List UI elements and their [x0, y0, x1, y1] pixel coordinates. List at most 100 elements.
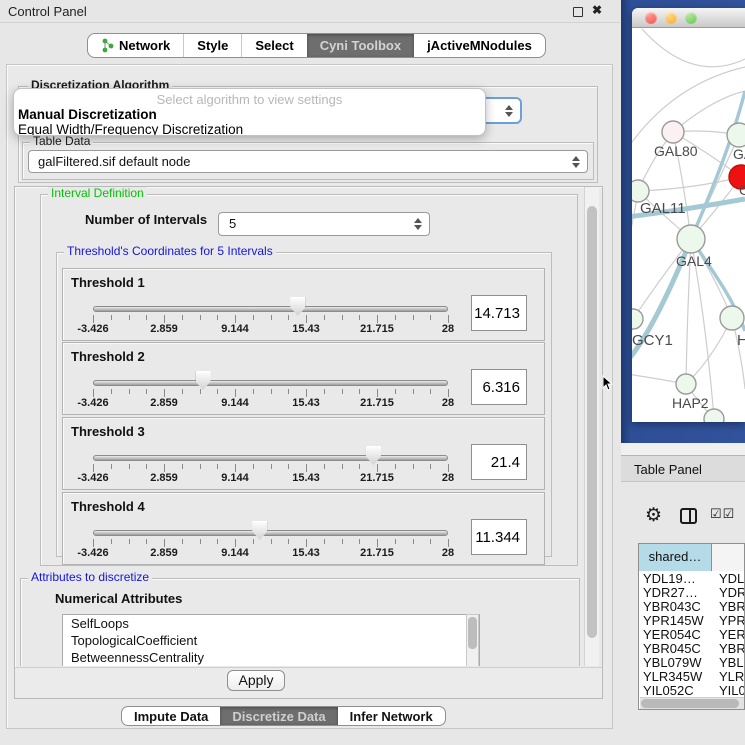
slider-tick — [288, 389, 289, 394]
dropdown-option[interactable]: Manual Discretization — [18, 107, 157, 122]
table-row[interactable]: YBL079WYBL0 — [639, 656, 745, 670]
algorithm-dropdown-popup: Select algorithm to view settings Manual… — [13, 88, 486, 136]
slider-tick — [235, 464, 236, 472]
slider-tick — [324, 315, 325, 320]
panel-vertical-scrollbar[interactable] — [584, 187, 599, 666]
table-row[interactable]: YBR043CYBR0 — [639, 600, 745, 614]
table-row[interactable]: YPR145WYPR1 — [639, 614, 745, 628]
slider-tick — [93, 389, 94, 397]
slider-tick-label: 21.715 — [360, 472, 394, 484]
minimize-traffic-light[interactable] — [665, 12, 677, 24]
slider-tick — [342, 315, 343, 320]
tab-jactivemnodules[interactable]: jActiveMNodules — [414, 34, 545, 57]
panel-divider[interactable] — [621, 443, 745, 455]
threshold-value-field[interactable] — [471, 519, 527, 555]
tab-cyni-toolbox[interactable]: Cyni Toolbox — [307, 34, 414, 57]
attribute-list-item[interactable]: SelfLoops — [63, 615, 479, 632]
slider-tick — [413, 389, 414, 394]
network-canvas[interactable]: GAL80GACGAL11GAL4GCY1HHAP2 — [632, 29, 745, 422]
slider-tick — [359, 539, 360, 544]
numerical-attributes-list[interactable]: SelfLoopsTopologicalCoefficientBetweenne… — [62, 614, 480, 666]
network-node-label: GA — [733, 146, 745, 162]
threshold-value-field[interactable] — [471, 444, 527, 480]
network-edge[interactable] — [638, 177, 741, 191]
slider-tick-label: 28 — [442, 323, 454, 335]
table-row[interactable]: YDL19…YDL1 — [639, 572, 745, 586]
settings-scroll-area: Interval Definition Number of Intervals … — [15, 187, 600, 666]
network-node-GAL4[interactable] — [677, 225, 705, 253]
table-row[interactable]: YIL052CYIL0 — [639, 684, 745, 698]
cell-shared-name: YER054C — [639, 628, 712, 642]
table-row[interactable]: YBR045CYBR0 — [639, 642, 745, 656]
tab-network[interactable]: Network — [88, 34, 183, 57]
apply-button[interactable]: Apply — [227, 670, 285, 691]
table-data-value: galFiltered.sif default node — [38, 154, 190, 169]
threshold-slider-track[interactable] — [93, 380, 448, 386]
tab-label: jActiveMNodules — [427, 38, 532, 53]
cell-shared-name: YLR345W — [639, 670, 712, 684]
slider-tick — [111, 464, 112, 469]
table-row[interactable]: YDR27…YDR2 — [639, 586, 745, 600]
tab-select[interactable]: Select — [241, 34, 306, 57]
network-node-unlabeled[interactable] — [704, 409, 724, 422]
network-node-GCY1[interactable] — [632, 309, 643, 329]
threshold-value-field[interactable] — [471, 295, 527, 331]
slider-tick — [200, 464, 201, 469]
table-row[interactable]: YLR345WYLR3 — [639, 670, 745, 684]
slider-ticks — [93, 389, 448, 397]
slider-tick-label: 2.859 — [150, 397, 178, 409]
network-node-GAL80[interactable] — [662, 121, 684, 143]
threshold-value-field[interactable] — [471, 369, 527, 405]
bottom-tab-impute-data[interactable]: Impute Data — [122, 707, 220, 725]
table-row[interactable]: YER054CYER0 — [639, 628, 745, 642]
columns-icon[interactable] — [680, 508, 697, 524]
network-node-HAP2[interactable] — [676, 374, 696, 394]
threshold-slider-handle[interactable] — [252, 521, 267, 540]
bottom-tab-infer-network[interactable]: Infer Network — [338, 707, 445, 725]
slider-tick-label: -3.426 — [77, 323, 108, 335]
attributes-list-scrollbar[interactable] — [466, 614, 479, 666]
number-of-intervals-combobox[interactable]: 5 — [218, 212, 430, 236]
attributes-list-scrollbar-thumb[interactable] — [468, 617, 477, 649]
threshold-slider-handle[interactable] — [366, 446, 381, 465]
network-node-GAL11[interactable] — [632, 180, 649, 202]
threshold-slider-track[interactable] — [93, 530, 448, 536]
network-window-titlebar[interactable] — [632, 8, 745, 28]
slider-tick — [164, 539, 165, 547]
slider-tick — [235, 315, 236, 323]
dropdown-option[interactable]: Equal Width/Frequency Discretization — [18, 122, 243, 136]
slider-tick — [324, 389, 325, 394]
table-horizontal-scrollbar[interactable] — [640, 697, 744, 709]
tab-style[interactable]: Style — [183, 34, 241, 57]
threshold-slider-handle[interactable] — [290, 297, 305, 316]
attribute-list-item[interactable]: BetweennessCentrality — [63, 649, 479, 666]
threshold-slider-handle[interactable] — [196, 371, 211, 390]
table-horizontal-scrollbar-thumb[interactable] — [641, 699, 739, 708]
table-data-combobox[interactable]: galFiltered.sif default node — [28, 150, 588, 173]
network-node-GA[interactable] — [727, 123, 745, 147]
network-edge[interactable] — [642, 29, 745, 67]
slider-tick — [377, 539, 378, 547]
select-columns-checkboxes-icon[interactable]: ☑☑ — [710, 506, 735, 522]
zoom-traffic-light[interactable] — [685, 12, 697, 24]
gear-icon[interactable]: ⚙ — [645, 504, 662, 527]
slider-tick — [377, 389, 378, 397]
network-node-H[interactable] — [720, 306, 744, 330]
cell-name: YPR1 — [712, 614, 745, 628]
float-window-icon[interactable] — [573, 7, 583, 17]
attribute-list-item[interactable]: TopologicalCoefficient — [63, 632, 479, 649]
bottom-tab-discretize-data[interactable]: Discretize Data — [220, 707, 337, 725]
threshold-slider-track[interactable] — [93, 306, 448, 312]
network-node-label: H — [737, 332, 745, 349]
table-header-name[interactable]: na — [712, 544, 745, 571]
close-traffic-light[interactable] — [645, 12, 657, 24]
cell-name: YLR3 — [712, 670, 745, 684]
panel-vertical-scrollbar-thumb[interactable] — [587, 206, 597, 638]
table-panel-toolbar: ⚙ ☑☑ — [621, 502, 745, 532]
slider-tick-labels: -3.4262.8599.14415.4321.71528 — [93, 323, 448, 335]
slider-tick-label: 15.43 — [292, 547, 320, 559]
node-attribute-table[interactable]: shared… na YDL19…YDL1YDR27…YDR2YBR043CYB… — [638, 543, 745, 710]
close-icon[interactable]: ✖ — [592, 3, 602, 17]
table-header-shared-name[interactable]: shared… — [639, 544, 712, 571]
threshold-slider-track[interactable] — [93, 455, 448, 461]
